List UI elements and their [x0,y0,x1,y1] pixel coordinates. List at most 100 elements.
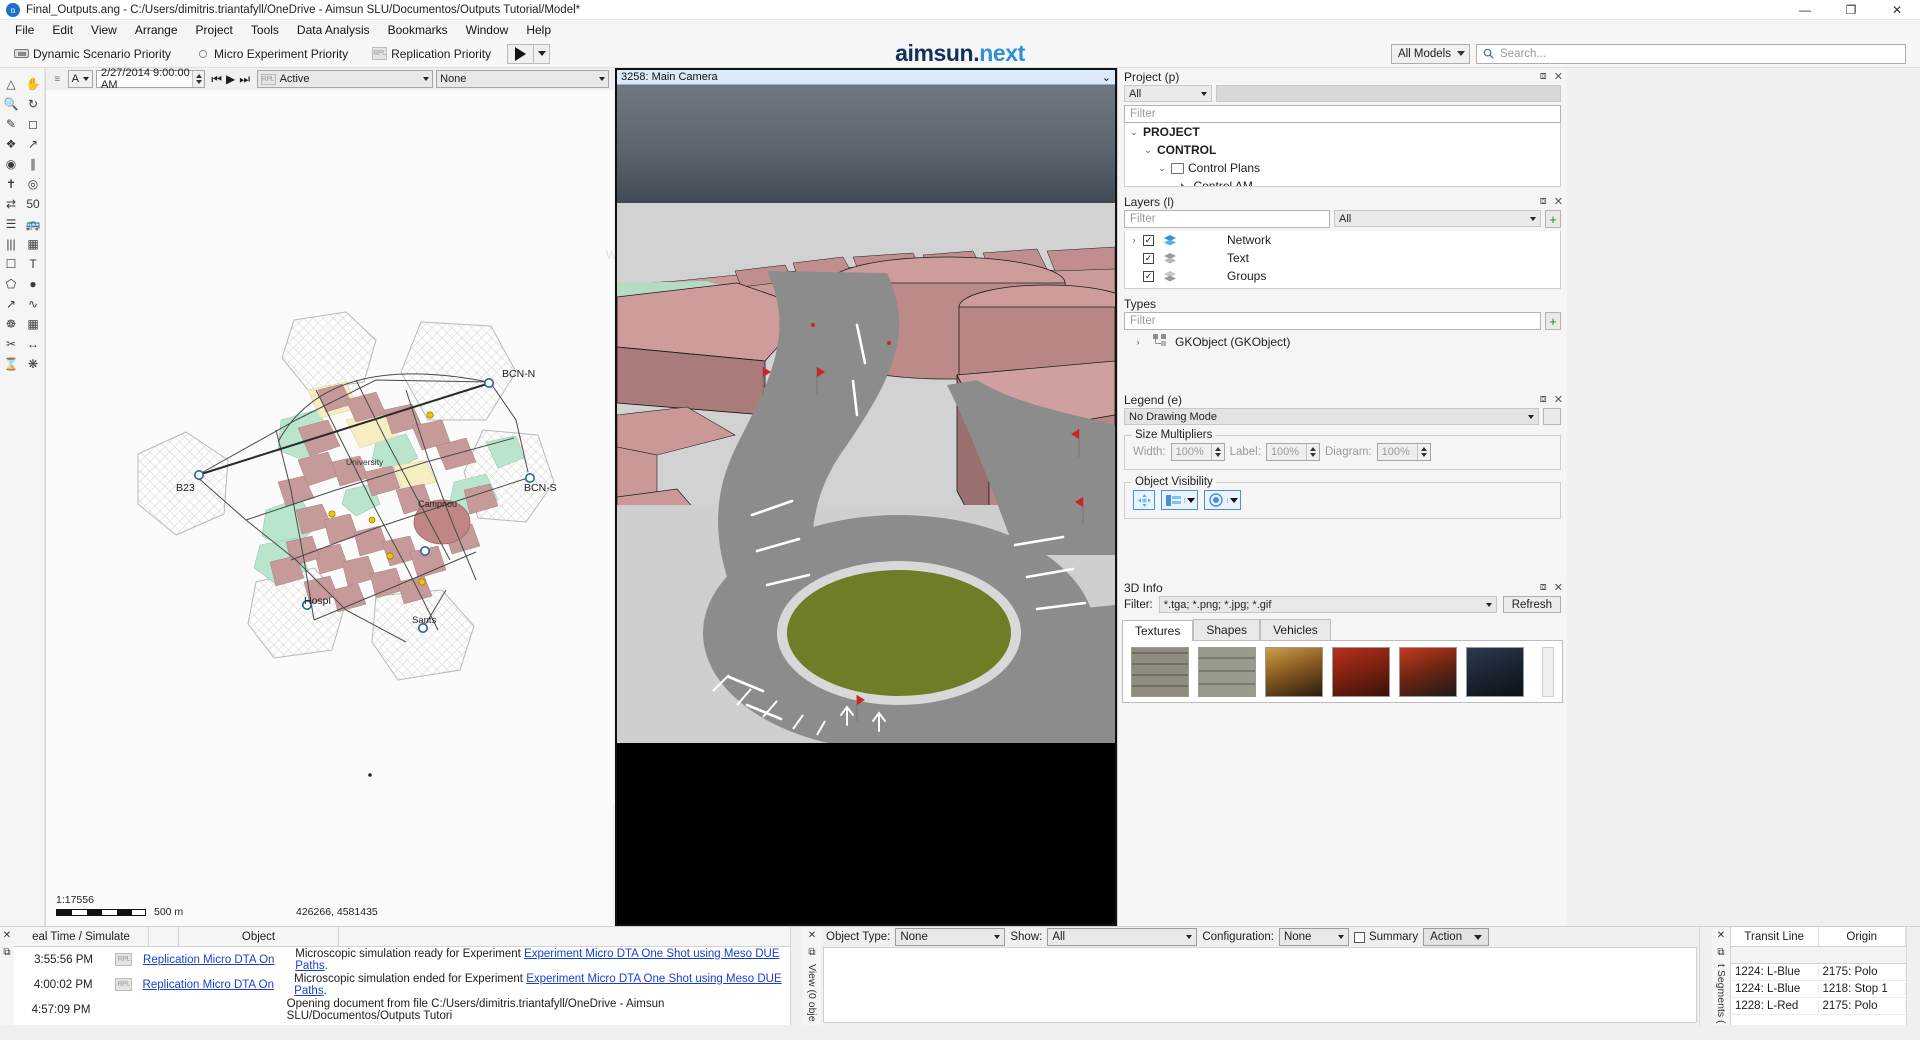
play-dropdown-button[interactable] [533,45,549,63]
transit-icon[interactable]: 🚌 [25,216,41,232]
log-panel-scrollbar[interactable] [790,927,803,1025]
texture-thumb-poster-1[interactable] [1265,647,1323,697]
legend-edit-button[interactable] [1543,408,1561,425]
menu-edit[interactable]: Edit [43,21,82,39]
grid-icon[interactable]: ▦ [25,236,41,252]
object-type-combo[interactable]: None [895,928,1005,946]
layer-item-groups[interactable]: ✓ Groups [1125,267,1560,285]
link-icon[interactable]: ↗ [25,136,41,152]
layers-list[interactable]: › ✓ Network ✓ Text ✓ Groups [1124,231,1561,289]
add-type-button[interactable]: + [1545,312,1561,330]
float-icon[interactable]: ⧈ [1540,393,1547,406]
chart-line-icon[interactable]: ↗ [3,296,19,312]
layers-type-combo[interactable]: All [1334,210,1541,227]
transit-col-line[interactable]: Transit Line [1731,927,1819,946]
chevron-right-icon[interactable]: › [1129,235,1139,245]
radial-icon[interactable]: ◎ [25,176,41,192]
close-icon[interactable]: ✕ [1554,581,1563,594]
texture-thumb-brick[interactable] [1131,647,1189,697]
close-icon[interactable]: ✕ [1717,930,1725,941]
close-button[interactable]: ✕ [1874,0,1920,20]
rotate-icon[interactable]: ↻ [25,96,41,112]
text-tool-icon[interactable]: T [25,256,41,272]
tree-node-control-plans[interactable]: ⌄ Control Plans [1125,159,1560,177]
log-col-message[interactable] [339,927,790,946]
close-icon[interactable]: ✕ [808,930,816,941]
scissors-icon[interactable]: ✂ [3,336,19,352]
texture-strip-scrollbar[interactable] [1542,647,1554,697]
chevron-down-icon[interactable]: ⌄ [1102,71,1111,84]
menu-arrange[interactable]: Arrange [126,21,187,39]
project-type-combo[interactable]: All [1124,85,1212,102]
drawing-mode-combo[interactable]: No Drawing Mode [1124,408,1539,425]
close-icon[interactable]: ✕ [1554,70,1563,83]
menu-file[interactable]: File [6,21,43,39]
close-icon[interactable]: ✕ [3,930,11,941]
legend-style-button[interactable] [1161,490,1198,510]
table-row[interactable]: 1224: L-Blue 2175: Polo [1731,964,1906,981]
float-icon[interactable]: ⧉ [808,947,815,958]
play-button[interactable] [508,45,533,63]
layer-checkbox[interactable]: ✓ [1143,271,1154,282]
table-row[interactable]: 1228: L-Red 2175: Polo [1731,998,1906,1015]
chevron-down-icon[interactable]: ⌄ [1143,145,1153,156]
transit-col-origin[interactable]: Origin [1819,927,1907,946]
lanes-icon[interactable]: ∥ [25,156,41,172]
project-filter-input[interactable]: Filter [1124,105,1561,123]
label-stepper[interactable]: 100% [1266,443,1320,461]
texture-thumb-window[interactable] [1198,647,1256,697]
width-spinner[interactable] [1211,444,1224,460]
log-panel[interactable]: eal Time / Simulate Object 3:55:56 PM RP… [14,927,790,1025]
menu-bookmarks[interactable]: Bookmarks [379,21,457,39]
transit-segments-panel[interactable]: Transit Line Origin 1224: L-Blue 2175: P… [1730,927,1906,1025]
tab-shapes[interactable]: Shapes [1193,619,1260,640]
pentagon-icon[interactable]: ⬠ [3,276,19,292]
log-object-link[interactable]: Replication Micro DTA On [143,979,295,991]
menu-project[interactable]: Project [187,21,242,39]
type-item-gkobject[interactable]: › GKObject (GKObject) [1125,333,1560,351]
diagram-stepper[interactable]: 100% [1377,443,1431,461]
layers-filter-input[interactable]: Filter [1124,210,1330,228]
menu-window[interactable]: Window [457,21,518,39]
select-arrow-icon[interactable]: △ [3,76,19,92]
bars-icon[interactable]: ||| [3,236,19,252]
chevron-right-icon[interactable]: › [1133,337,1143,347]
step-forward-button[interactable]: ⏭ [239,72,251,86]
configuration-combo[interactable]: None [1279,928,1349,946]
types-tree[interactable]: › GKObject (GKObject) [1124,333,1561,385]
log-col-badge[interactable] [149,927,179,946]
project-tree[interactable]: ⌄ PROJECT ⌄ CONTROL ⌄ Control Plans ◣ Co… [1124,123,1561,187]
signal-icon[interactable]: ☰ [3,216,19,232]
float-icon[interactable]: ⧉ [1717,947,1724,958]
log-object-link[interactable]: Replication Micro DTA On [143,954,295,966]
speed-icon[interactable]: 50 [25,196,41,212]
fit-objects-icon[interactable] [1133,490,1155,510]
play-button-2d[interactable]: ▶ [225,72,237,86]
refresh-button[interactable]: Refresh [1503,596,1561,613]
network-icon[interactable]: ☸ [3,316,19,332]
sparkle-icon[interactable]: ❋ [25,356,41,372]
object-panel[interactable]: Object Type: None Show: All Configuratio… [821,927,1699,1025]
layer-checkbox[interactable]: ✓ [1143,253,1154,264]
tree-node-control-am[interactable]: ◣ Control AM [1125,177,1560,187]
dynamic-scenario-priority[interactable]: Dynamic Scenario Priority [8,47,181,61]
step-back-button[interactable]: ⏮ [211,72,223,86]
tab-vehicles[interactable]: Vehicles [1260,619,1331,640]
info3d-filter-combo[interactable]: *.tga; *.png; *.jpg; *.gif [1159,596,1497,613]
float-icon[interactable]: ⧈ [1540,195,1547,208]
close-icon[interactable]: ✕ [1554,195,1563,208]
circle-node-icon[interactable]: ◉ [3,156,19,172]
layer-checkbox[interactable]: ✓ [1143,235,1154,246]
summary-checkbox[interactable] [1354,932,1365,943]
zoom-icon[interactable]: 🔍 [3,96,19,112]
chevron-down-icon[interactable]: ⌄ [1157,163,1167,174]
3d-view-titlebar[interactable]: 3258: Main Camera ⌄ [617,70,1115,85]
3d-render-canvas[interactable] [617,85,1115,924]
minimize-button[interactable]: — [1782,0,1828,20]
run-simulation-group[interactable] [507,44,550,64]
table-row[interactable]: 4:57:09 PM Opening document from file C:… [14,997,790,1022]
global-search[interactable]: Search... [1476,44,1906,64]
style-combo[interactable]: None [436,70,609,88]
simulation-datetime-field[interactable]: 2/27/2014 9:00:00 AM [96,70,205,88]
replication-priority[interactable]: RPL Replication Priority [358,47,501,61]
